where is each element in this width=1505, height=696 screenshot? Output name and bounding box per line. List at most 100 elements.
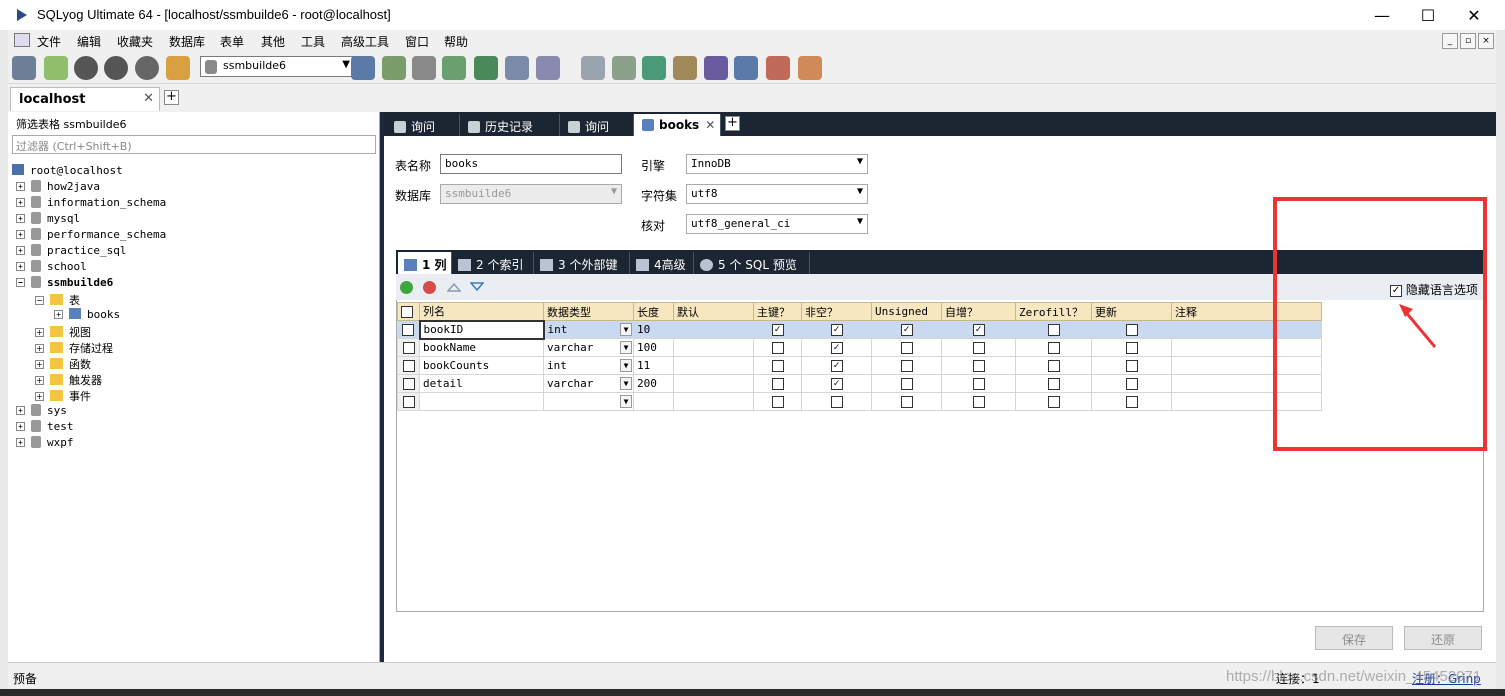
zerofill-checkbox[interactable] [1015, 356, 1092, 375]
update-checkbox[interactable] [1091, 374, 1172, 393]
data-type-cell[interactable]: varchar ▼ [543, 338, 634, 357]
menu-file[interactable]: 文件 [37, 33, 61, 50]
column-header[interactable]: 自增？ [941, 302, 1016, 321]
row-select-checkbox[interactable] [397, 374, 420, 393]
column-header[interactable]: 列名 [419, 302, 544, 321]
add-connection-button[interactable]: + [164, 90, 179, 105]
tree-db-practice-sql[interactable]: + practice_sql [16, 244, 126, 260]
tab-books[interactable]: books ✕ [634, 114, 721, 136]
column-name-cell[interactable]: bookName [419, 338, 544, 357]
tree-db-how2java[interactable]: + how2java [16, 180, 100, 196]
tree-db-mysql[interactable]: + mysql [16, 212, 80, 228]
notification-icon[interactable] [704, 56, 728, 80]
save-button[interactable]: 保存 [1315, 626, 1393, 650]
tab-sql-preview[interactable]: 5 个 SQL 预览 [694, 252, 810, 274]
length-cell[interactable]: 100 [633, 338, 674, 357]
data-type-cell[interactable]: ▼ [543, 392, 634, 411]
chevron-down-icon[interactable]: ▼ [620, 341, 632, 354]
column-header[interactable]: 数据类型 [543, 302, 634, 321]
menu-table[interactable]: 表单 [220, 33, 244, 50]
tree-folder-triggers[interactable]: + 触发器 [35, 372, 102, 388]
table-row[interactable]: ▼ [397, 392, 1322, 411]
autoinc-checkbox[interactable]: ✓ [941, 320, 1016, 339]
restore-icon[interactable] [412, 56, 436, 80]
data-type-cell[interactable]: int ▼ [543, 320, 634, 339]
tab-columns[interactable]: 1 列 [398, 252, 452, 274]
default-cell[interactable] [673, 392, 754, 411]
tree-folder-views[interactable]: + 视图 [35, 324, 91, 340]
close-tab-icon[interactable]: ✕ [705, 118, 715, 132]
chevron-down-icon[interactable]: ▼ [620, 395, 632, 408]
unsigned-checkbox[interactable] [871, 374, 942, 393]
data-type-cell[interactable]: int ▼ [543, 356, 634, 375]
tree-db-wxpf[interactable]: + wxpf [16, 436, 74, 452]
tree-db-school[interactable]: + school [16, 260, 87, 276]
autoinc-checkbox[interactable] [941, 356, 1016, 375]
table-row[interactable]: bookName varchar ▼ 100 ✓ [397, 338, 1322, 357]
row-select-checkbox[interactable] [397, 392, 420, 411]
column-name-cell[interactable]: bookID [418, 319, 545, 340]
scheduler-icon[interactable] [734, 56, 758, 80]
tab-indexes[interactable]: 2 个索引 [452, 252, 534, 274]
menu-tools[interactable]: 工具 [301, 33, 325, 50]
move-up-icon[interactable] [447, 282, 461, 292]
tree-table-books[interactable]: + books [54, 308, 120, 324]
autoinc-checkbox[interactable] [941, 374, 1016, 393]
length-cell[interactable] [633, 392, 674, 411]
column-name-cell[interactable] [419, 392, 544, 411]
column-header[interactable]: Zerofill？ [1015, 302, 1092, 321]
column-name-cell[interactable]: detail [419, 374, 544, 393]
chevron-down-icon[interactable]: ▼ [620, 377, 632, 390]
zerofill-checkbox[interactable] [1015, 320, 1092, 339]
mdi-restore-icon[interactable]: ▫ [1460, 33, 1476, 49]
tree-db-test[interactable]: + test [16, 420, 74, 436]
mdi-close-icon[interactable]: × [1478, 33, 1494, 49]
autoinc-checkbox[interactable] [941, 338, 1016, 357]
mdi-minimize-icon[interactable]: _ [1442, 33, 1458, 49]
pk-checkbox[interactable]: ✓ [753, 320, 802, 339]
unsigned-checkbox[interactable]: ✓ [871, 320, 942, 339]
menu-help[interactable]: 帮助 [444, 33, 468, 50]
column-header[interactable]: 默认 [673, 302, 754, 321]
unsigned-checkbox[interactable] [871, 356, 942, 375]
autoinc-checkbox[interactable] [941, 392, 1016, 411]
update-checkbox[interactable] [1091, 392, 1172, 411]
pk-checkbox[interactable] [753, 356, 802, 375]
tree-db-ssmbuilde6[interactable]: − ssmbuilde6 [16, 276, 113, 292]
row-select-checkbox[interactable] [397, 338, 420, 357]
pk-checkbox[interactable] [753, 374, 802, 393]
column-header[interactable]: 主键？ [753, 302, 802, 321]
row-select-checkbox[interactable] [397, 356, 420, 375]
execute-all-icon[interactable] [104, 56, 128, 80]
tree-folder-procedures[interactable]: + 存储过程 [35, 340, 113, 356]
execute-icon[interactable] [74, 56, 98, 80]
migration-icon[interactable] [673, 56, 697, 80]
data-type-cell[interactable]: varchar ▼ [543, 374, 634, 393]
menu-window[interactable]: 窗口 [405, 33, 429, 50]
tree-folder-events[interactable]: + 事件 [35, 388, 91, 404]
chevron-down-icon[interactable]: ▼ [620, 359, 632, 372]
default-cell[interactable] [673, 356, 754, 375]
column-header[interactable]: 更新 [1091, 302, 1172, 321]
query-builder-icon[interactable] [581, 56, 605, 80]
zerofill-checkbox[interactable] [1015, 392, 1092, 411]
move-down-icon[interactable] [470, 282, 484, 292]
close-tab-icon[interactable]: ✕ [143, 91, 154, 106]
revert-button[interactable]: 还原 [1404, 626, 1482, 650]
chevron-down-icon[interactable]: ▼ [620, 323, 632, 336]
import-icon[interactable] [442, 56, 466, 80]
add-row-icon[interactable] [400, 281, 413, 294]
menu-advanced-tools[interactable]: 高级工具 [341, 33, 389, 50]
schema-sync-icon[interactable] [798, 56, 822, 80]
default-cell[interactable] [673, 320, 754, 339]
tree-folder-tables[interactable]: − 表 [35, 292, 80, 308]
table-name-input[interactable]: books [440, 154, 622, 174]
length-cell[interactable]: 11 [633, 356, 674, 375]
select-all-header[interactable] [397, 302, 420, 321]
update-checkbox[interactable] [1091, 356, 1172, 375]
notnull-checkbox[interactable]: ✓ [801, 320, 872, 339]
tab-advanced[interactable]: 4高级 [630, 252, 694, 274]
user-manager-icon[interactable] [351, 56, 375, 80]
copy-database-icon[interactable] [642, 56, 666, 80]
notnull-checkbox[interactable]: ✓ [801, 374, 872, 393]
